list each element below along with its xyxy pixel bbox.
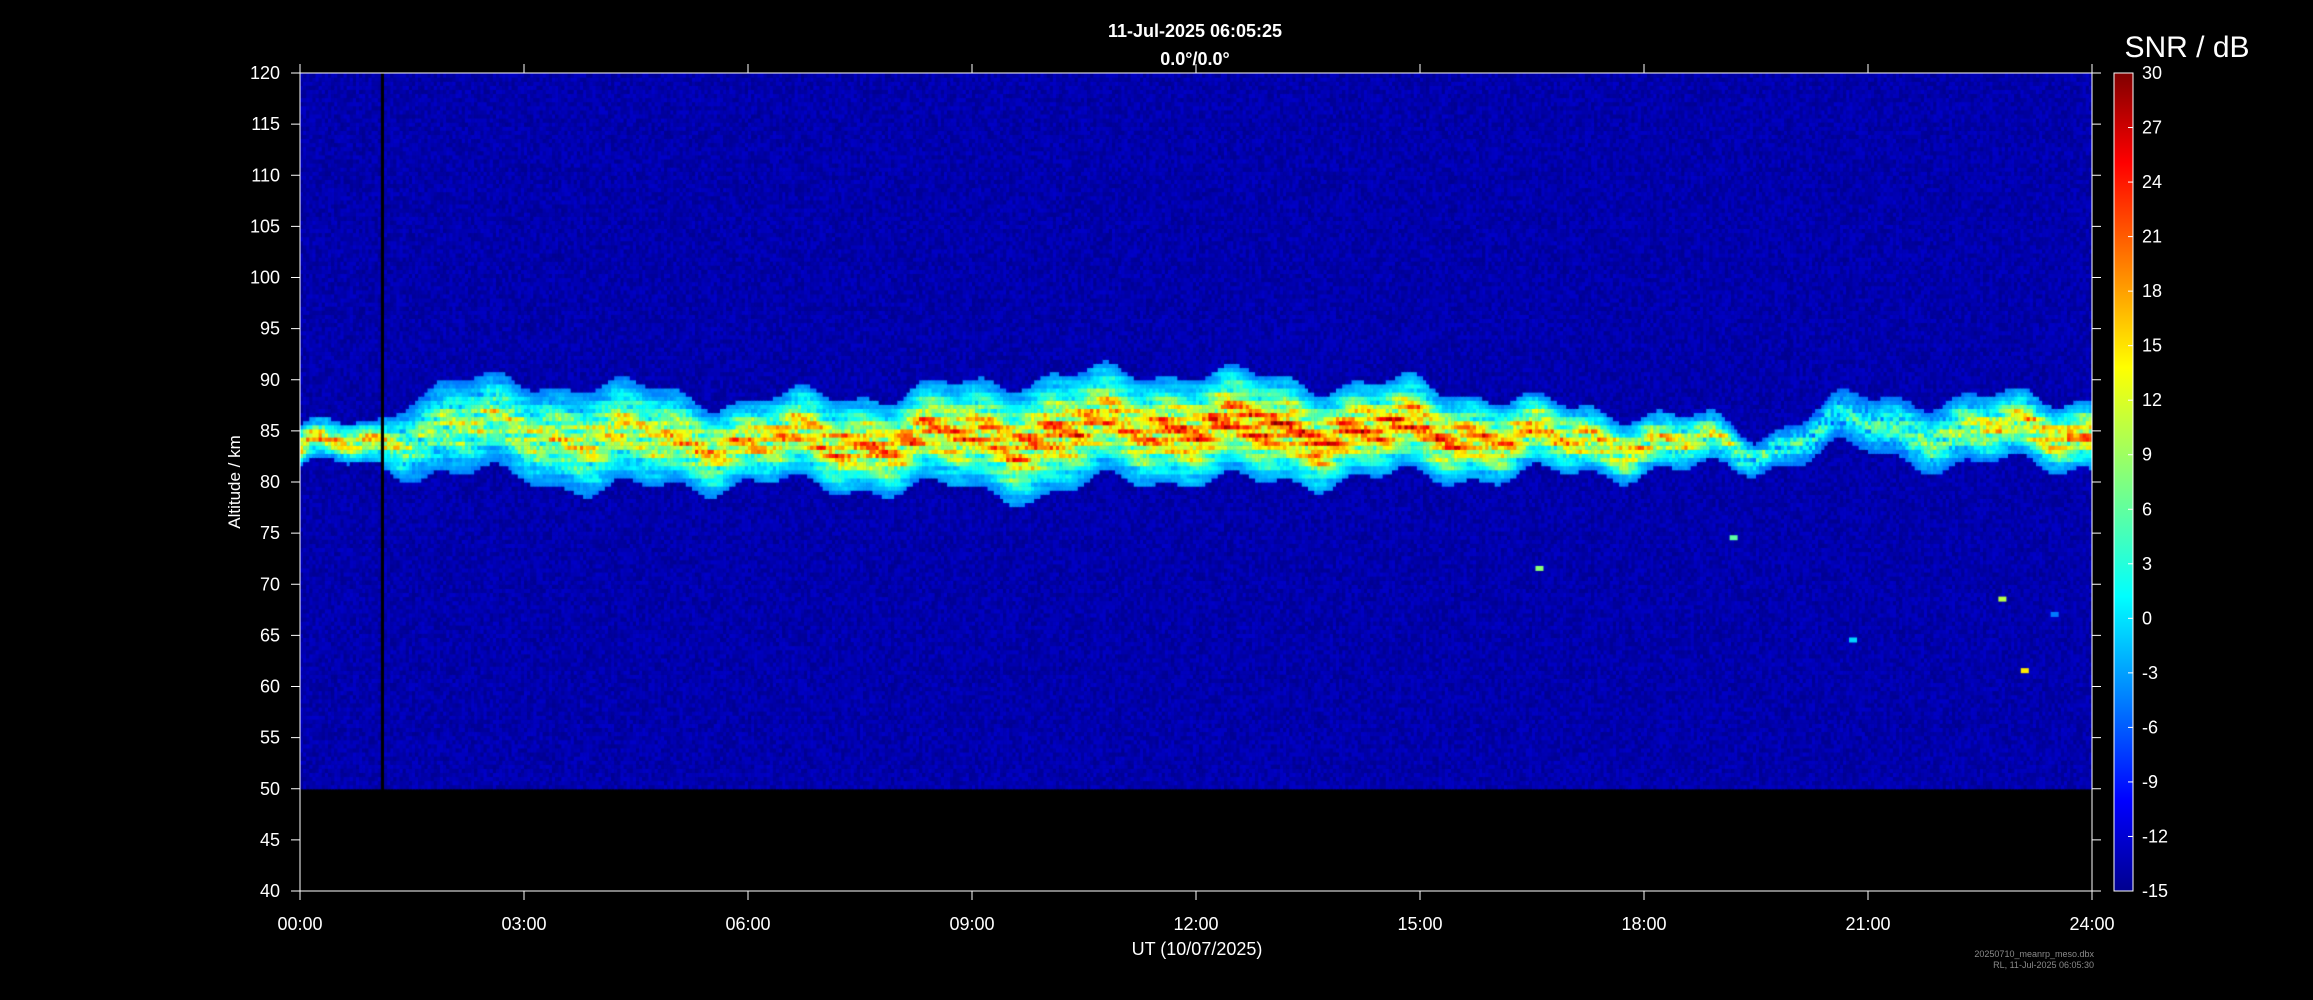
y-tick-label: 55 <box>260 728 280 748</box>
y-tick-label: 90 <box>260 370 280 390</box>
y-tick-label: 45 <box>260 830 280 850</box>
colorbar-label: SNR / dB <box>2124 31 2249 64</box>
y-tick-label: 60 <box>260 677 280 697</box>
footer-file-name: 20250710_meanrp_meso.dbx <box>1974 949 2094 959</box>
colorbar-tick-label: 3 <box>2142 554 2152 574</box>
snr-heatmap-figure: 11-Jul-2025 06:05:25 0.0°/0.0° 40 45 50 55 6… <box>0 0 2313 1000</box>
x-axis-label: UT (10/07/2025) <box>1132 939 1263 959</box>
y-tick-label: 85 <box>260 421 280 441</box>
y-tick-label: 40 <box>260 881 280 901</box>
x-tick-label: 15:00 <box>1397 914 1442 934</box>
y-tick-label: 110 <box>251 165 280 185</box>
y-tick-label: 95 <box>260 319 280 339</box>
x-tick-label: 09:00 <box>949 914 994 934</box>
x-tick-label: 00:00 <box>277 914 322 934</box>
y-axis-label: Altitude / km <box>225 435 244 529</box>
colorbar-tick-label: 18 <box>2142 281 2162 301</box>
footer-creator: RL, 11-Jul-2025 06:05:30 <box>1993 960 2094 970</box>
y-tick-label: 120 <box>250 63 280 83</box>
colorbar-tick-label: 21 <box>2142 227 2162 247</box>
y-tick-label: 105 <box>250 216 280 236</box>
x-tick-label: 03:00 <box>501 914 546 934</box>
colorbar-tick-label: 24 <box>2142 172 2162 192</box>
colorbar-tick-label: 0 <box>2142 608 2152 628</box>
y-tick-label: 100 <box>250 268 280 288</box>
colorbar-tick-label: -6 <box>2142 717 2158 737</box>
y-tick-label: 80 <box>260 472 280 492</box>
colorbar-tick-label: 15 <box>2142 336 2162 356</box>
colorbar-tick-label: -3 <box>2142 663 2158 683</box>
colorbar-tick-label: 9 <box>2142 445 2152 465</box>
colorbar <box>2113 72 2134 892</box>
x-tick-label: 24:00 <box>2069 914 2114 934</box>
colorbar-tick-label: 30 <box>2142 63 2162 83</box>
y-tick-label: 75 <box>260 523 280 543</box>
y-tick-label: 65 <box>260 625 280 645</box>
x-tick-label: 12:00 <box>1173 914 1218 934</box>
heatmap-image <box>300 73 2092 891</box>
colorbar-tick-label: 12 <box>2142 390 2162 410</box>
colorbar-tick-label: -9 <box>2142 772 2158 792</box>
chart-title: 11-Jul-2025 06:05:25 <box>1108 21 1282 41</box>
chart-subtitle: 0.0°/0.0° <box>1160 49 1229 69</box>
colorbar-tick-label: 27 <box>2142 118 2162 138</box>
colorbar-tick-label: -15 <box>2142 881 2168 901</box>
x-tick-label: 18:00 <box>1621 914 1666 934</box>
y-tick-label: 50 <box>260 779 280 799</box>
colorbar-tick-label: -12 <box>2142 826 2168 846</box>
y-tick-label: 70 <box>260 574 280 594</box>
x-tick-label: 21:00 <box>1845 914 1890 934</box>
x-tick-label: 06:00 <box>725 914 770 934</box>
y-tick-label: 115 <box>251 114 280 134</box>
colorbar-tick-label: 6 <box>2142 499 2152 519</box>
heatmap-image-container <box>300 73 2092 891</box>
